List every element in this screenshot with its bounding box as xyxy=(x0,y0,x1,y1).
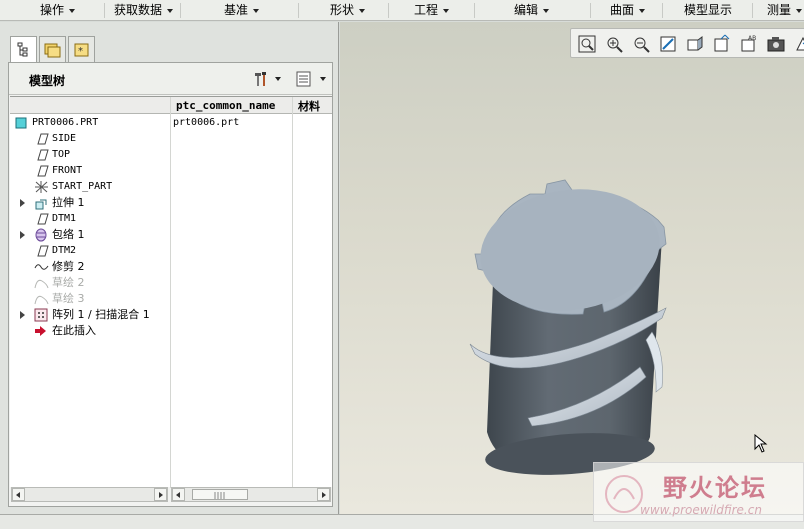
folder-icon xyxy=(44,43,61,58)
menu-separator xyxy=(388,3,389,18)
arrow-left-icon xyxy=(176,492,180,498)
menu-separator xyxy=(662,3,663,18)
chevron-down-icon[interactable] xyxy=(275,77,281,81)
chevron-down-icon xyxy=(69,8,76,13)
extrude-icon xyxy=(35,199,47,210)
list-columns-icon xyxy=(296,71,311,87)
tree-item-dtm2[interactable]: DTM2 xyxy=(10,243,170,259)
tree-item-start-part[interactable]: START_PART xyxy=(10,179,170,195)
tree-settings-button[interactable] xyxy=(253,70,271,88)
tree-item-sketch-2[interactable]: 草绘 2 xyxy=(10,275,170,291)
svg-text:*: * xyxy=(78,46,83,57)
sketch-icon xyxy=(34,295,49,305)
model-tree-pane: 模型树 ptc_common_name 材料 PRT0006.PRT prt00… xyxy=(8,62,333,507)
tree-item-top[interactable]: TOP xyxy=(10,147,170,163)
chevron-down-icon xyxy=(253,8,260,13)
tab-favorites[interactable]: * xyxy=(68,36,95,62)
arrow-right-icon xyxy=(159,492,163,498)
expand-arrow-icon[interactable] xyxy=(20,199,25,207)
tree-item-pattern[interactable]: 阵列 1 / 扫描混合 1 xyxy=(10,307,170,323)
menu-separator xyxy=(298,3,299,18)
wrap-icon xyxy=(35,228,47,242)
menu-engineering[interactable]: 工程 xyxy=(414,0,450,21)
chevron-down-icon xyxy=(639,8,646,13)
watermark-url: www.proewildfire.cn xyxy=(640,503,762,517)
chevron-down-icon xyxy=(167,8,174,13)
datum-plane-icon xyxy=(37,149,49,161)
menu-measure[interactable]: 测量 xyxy=(767,0,803,21)
arrow-left-icon xyxy=(16,492,20,498)
menu-operations[interactable]: 操作 xyxy=(40,0,76,21)
column-header-common-name[interactable]: ptc_common_name xyxy=(176,99,275,112)
tree-item-extrude[interactable]: 拉伸 1 xyxy=(10,195,170,211)
tree-column-header: ptc_common_name 材料 xyxy=(10,97,332,114)
tab-folder-browser[interactable] xyxy=(39,36,66,62)
watermark: 野火论坛 www.proewildfire.cn xyxy=(593,462,804,522)
mouse-cursor-icon xyxy=(754,434,768,453)
menu-get-data[interactable]: 获取数据 xyxy=(114,0,174,21)
chevron-down-icon[interactable] xyxy=(320,77,326,81)
tree-item-insert-here[interactable]: 在此插入 xyxy=(10,323,170,339)
menu-edit[interactable]: 编辑 xyxy=(514,0,550,21)
menu-bar: 操作 获取数据 基准 形状 工程 编辑 曲面 模型显示 测量 xyxy=(0,0,804,21)
expand-arrow-icon[interactable] xyxy=(20,231,25,239)
tree-columns-button[interactable] xyxy=(295,70,313,88)
chevron-down-icon xyxy=(359,8,366,13)
sketch-icon xyxy=(34,279,49,289)
tree-item-front[interactable]: FRONT xyxy=(10,163,170,179)
chevron-down-icon xyxy=(443,8,450,13)
menu-separator xyxy=(474,3,475,18)
expand-arrow-icon[interactable] xyxy=(20,311,25,319)
scroll-right-button[interactable] xyxy=(154,488,167,501)
menu-surfaces[interactable]: 曲面 xyxy=(610,0,646,21)
insert-here-arrow-icon xyxy=(35,326,46,336)
favorites-icon: * xyxy=(74,43,89,57)
menu-separator xyxy=(104,3,105,18)
tree-horizontal-scrollbar[interactable] xyxy=(11,487,168,502)
arrow-right-icon xyxy=(322,492,326,498)
columns-horizontal-scrollbar[interactable] xyxy=(171,487,331,502)
model-tree-title: 模型树 xyxy=(29,74,66,88)
watermark-title: 野火论坛 xyxy=(663,474,767,502)
navigator-panel: * 模型树 ptc_common_name 材料 PRT0006.PRT prt… xyxy=(0,22,339,514)
model-tree-icon xyxy=(17,42,28,57)
datum-plane-icon xyxy=(37,245,49,257)
menu-separator xyxy=(752,3,753,18)
model-tree-list: ptc_common_name 材料 PRT0006.PRT prt0006.p… xyxy=(10,96,332,488)
graphics-viewport[interactable]: AB xyxy=(340,22,804,514)
chevron-down-icon xyxy=(543,8,550,13)
menu-separator xyxy=(590,3,591,18)
part-model-render[interactable] xyxy=(340,22,804,514)
column-header-material[interactable]: 材料 xyxy=(298,98,320,114)
pattern-icon xyxy=(34,308,48,322)
menu-separator xyxy=(180,3,181,18)
tab-model-tree[interactable] xyxy=(10,36,37,63)
trim-icon xyxy=(34,264,49,270)
scroll-right-button[interactable] xyxy=(317,488,330,501)
tree-item-sketch-3[interactable]: 草绘 3 xyxy=(10,291,170,307)
tree-item-dtm1[interactable]: DTM1 xyxy=(10,211,170,227)
menu-shapes[interactable]: 形状 xyxy=(330,0,366,21)
datum-plane-icon xyxy=(37,213,49,225)
scroll-thumb[interactable] xyxy=(192,489,248,500)
column-divider[interactable] xyxy=(170,97,171,488)
coordinate-system-icon xyxy=(35,181,48,193)
tools-icon xyxy=(255,72,266,86)
tree-item-part[interactable]: PRT0006.PRT prt0006.prt xyxy=(10,115,332,131)
menu-datum[interactable]: 基准 xyxy=(224,0,260,21)
datum-plane-icon xyxy=(37,165,49,177)
scroll-left-button[interactable] xyxy=(172,488,185,501)
column-divider[interactable] xyxy=(292,97,293,488)
common-name-cell: prt0006.prt xyxy=(173,117,240,128)
scroll-left-button[interactable] xyxy=(12,488,25,501)
datum-plane-icon xyxy=(37,133,49,145)
menu-model-display[interactable]: 模型显示 xyxy=(684,0,732,21)
chevron-down-icon xyxy=(796,8,803,13)
tree-item-side[interactable]: SIDE xyxy=(10,131,170,147)
grip-icon xyxy=(214,492,225,499)
model-tree-header: 模型树 xyxy=(9,63,332,95)
part-icon xyxy=(15,117,27,129)
tree-item-trim[interactable]: 修剪 2 xyxy=(10,259,170,275)
tree-item-wrap[interactable]: 包络 1 xyxy=(10,227,170,243)
